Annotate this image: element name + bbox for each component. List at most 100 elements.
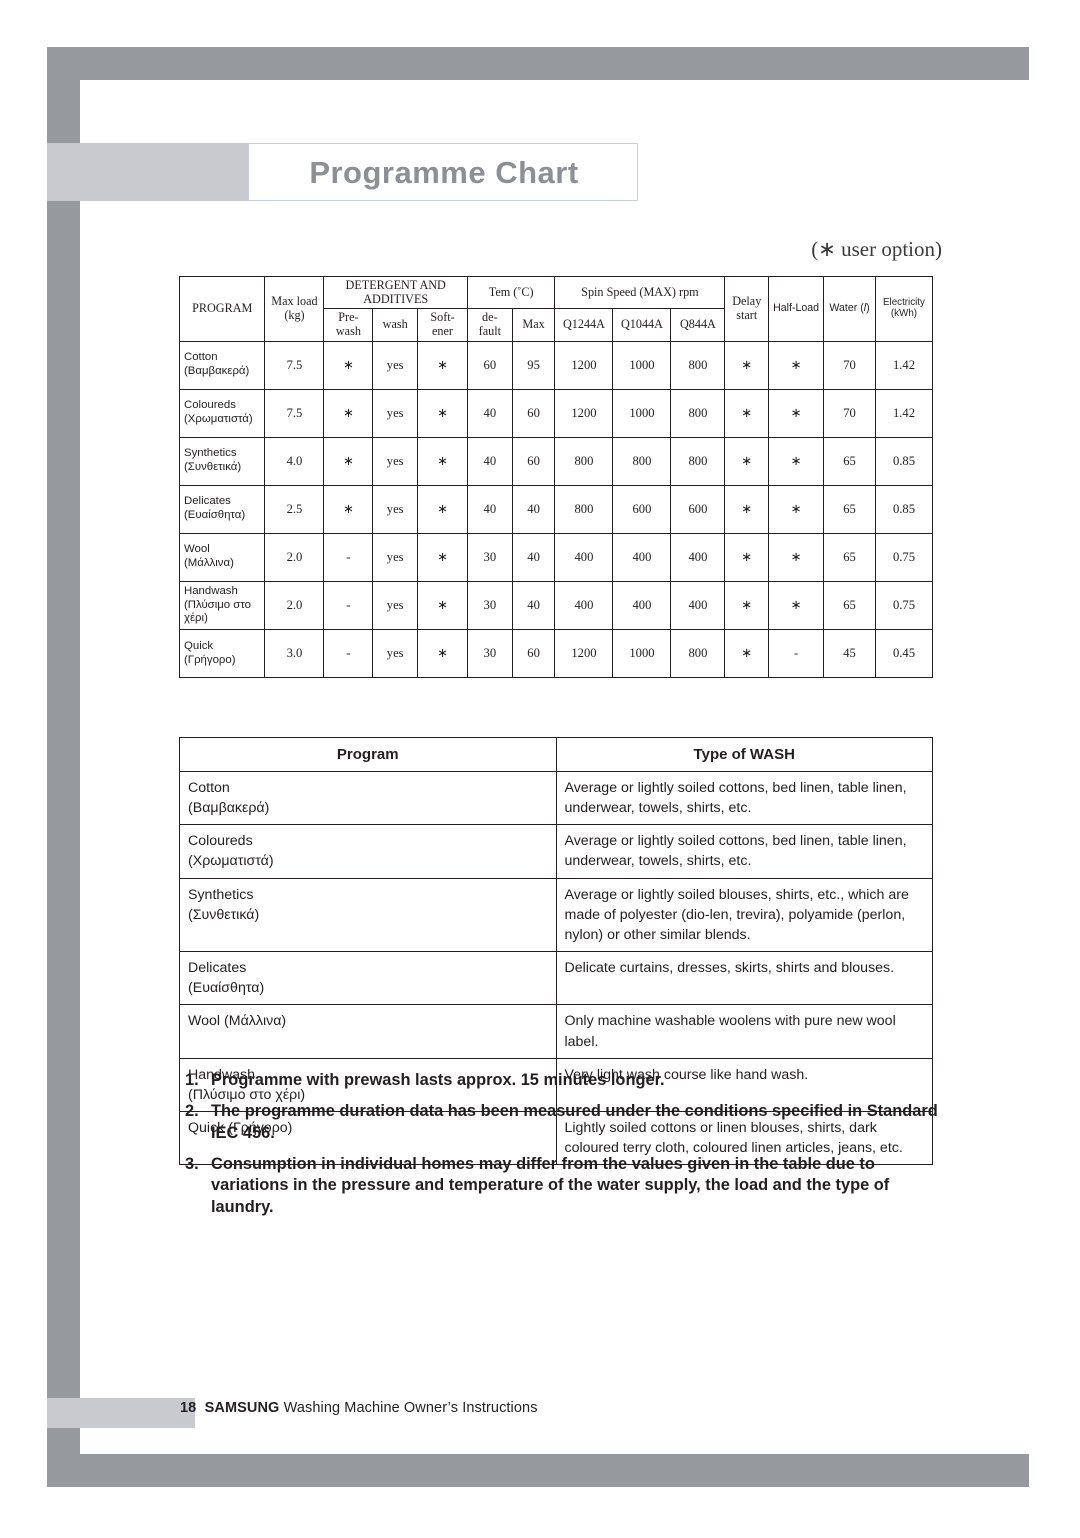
cell-temp-max: 95 — [511, 340, 556, 390]
cell-half-load: ∗ — [768, 388, 825, 438]
header-softener-line1: Soft- — [430, 310, 455, 325]
header-temp-default-line1: de- — [482, 310, 498, 325]
asterisk-icon: ∗ — [437, 646, 448, 662]
cell-softener: ∗ — [417, 629, 468, 679]
page-frame-left-bar — [47, 47, 80, 1487]
wash-program-gr: (Βαμβακερά) — [188, 800, 270, 817]
note-number: 1. — [185, 1071, 199, 1089]
asterisk-icon: ∗ — [741, 405, 753, 421]
header-softener-line2: ener — [432, 323, 453, 338]
cell-softener: ∗ — [417, 436, 468, 486]
cell-electricity: 1.42 — [874, 388, 934, 438]
cell-spin-q1244a: 800 — [554, 436, 614, 486]
asterisk-icon: ∗ — [790, 597, 802, 613]
header-temp-max: Max — [511, 308, 556, 342]
cell-temp-default: 30 — [466, 532, 513, 582]
wash-description-cell: Average or lightly soiled cottons, bed l… — [555, 824, 933, 879]
user-option-note: (∗ user option) — [811, 237, 942, 261]
header-prewash: Pre- wash — [323, 308, 374, 342]
program-name-gr: (Ευαίσθητα) — [184, 509, 246, 522]
header-program: PROGRAM — [178, 276, 266, 342]
cell-electricity: 0.75 — [874, 580, 934, 631]
wash-program-cell: Cotton (Βαμβακερά) — [179, 770, 557, 826]
cell-temp-max: 40 — [511, 484, 556, 534]
cell-water: 65 — [823, 484, 876, 534]
asterisk-icon: ∗ — [342, 453, 354, 469]
cell-wash: yes — [372, 484, 419, 534]
footer-page-number: 18 — [180, 1400, 197, 1416]
asterisk-icon: ∗ — [741, 549, 753, 565]
header-softener: Soft- ener — [417, 308, 468, 342]
note-item: 1. Programme with prewash lasts approx. 1… — [185, 1070, 945, 1091]
table-row: Synthetics (Συνθετικά) 4.0 ∗ yes ∗ 40 60 800 800 8… — [178, 436, 934, 486]
wash-program-gr: (Συνθετικά) — [188, 906, 260, 923]
program-name-en: Wool — [184, 543, 210, 556]
header-prewash-line1: Pre- — [338, 310, 359, 325]
header-electricity-label: Electricity — [883, 296, 925, 308]
cell-prewash: - — [323, 629, 374, 679]
program-name-en: Handwash — [184, 584, 238, 597]
footer-text: Washing Machine Owner’s Instructions — [283, 1400, 538, 1416]
cell-half-load: ∗ — [768, 580, 825, 631]
footer-accent-block — [47, 1398, 195, 1428]
note-text: Programme with prewash lasts approx. 15 … — [211, 1071, 665, 1089]
asterisk-icon: ∗ — [741, 501, 753, 517]
cell-softener: ∗ — [417, 532, 468, 582]
header-spin-q1244a: Q1244A — [554, 308, 614, 342]
cell-temp-default: 40 — [466, 484, 513, 534]
title-plate: Programme Chart — [248, 143, 638, 201]
cell-spin-q844a: 800 — [670, 388, 726, 438]
cell-electricity: 0.75 — [874, 532, 934, 582]
list-item: Cotton (Βαμβακερά) Average or lightly soil… — [179, 770, 933, 826]
header-wash: wash — [372, 308, 419, 342]
cell-max-load: 7.5 — [264, 388, 325, 438]
cell-water: 65 — [823, 580, 876, 631]
cell-spin-q1244a: 1200 — [554, 629, 614, 679]
cell-spin-q844a: 800 — [670, 629, 726, 679]
wash-program-en: Coloureds — [188, 833, 253, 850]
asterisk-icon: ∗ — [790, 501, 802, 517]
cell-spin-q1244a: 1200 — [554, 388, 614, 438]
asterisk-icon: ∗ — [741, 357, 753, 373]
header-temp-default: de- fault — [466, 308, 513, 342]
program-name-cell: Handwash (Πλύσιμο στο χέρι) — [178, 580, 266, 631]
cell-max-load: 2.0 — [264, 580, 325, 631]
programme-table-head: PROGRAM Max load (kg) DETERGENT AND ADDI… — [178, 275, 934, 342]
wash-header-program: Program — [179, 737, 557, 772]
program-name-en: Synthetics — [184, 447, 237, 460]
cell-wash: yes — [372, 580, 419, 631]
cell-delay-start: ∗ — [724, 436, 770, 486]
cell-half-load: ∗ — [768, 532, 825, 582]
page-footer: 18 SAMSUNG Washing Machine Owner’s Instr… — [180, 1400, 538, 1416]
asterisk-icon: ∗ — [741, 453, 753, 469]
list-item: Wool (Μάλλινα) Only machine washable wool… — [179, 1004, 933, 1059]
header-max-load-unit: (kg) — [284, 307, 305, 322]
cell-temp-default: 40 — [466, 388, 513, 438]
header-water: Water (l) — [823, 276, 876, 342]
cell-softener: ∗ — [417, 580, 468, 631]
cell-max-load: 2.0 — [264, 532, 325, 582]
cell-temp-max: 40 — [511, 580, 556, 631]
cell-delay-start: ∗ — [724, 484, 770, 534]
program-name-gr: (Συνθετικά) — [184, 461, 242, 474]
cell-temp-max: 60 — [511, 388, 556, 438]
cell-temp-max: 60 — [511, 629, 556, 679]
cell-water: 65 — [823, 532, 876, 582]
program-name-cell: Wool (Μάλλινα) — [178, 532, 266, 582]
wash-program-en: Synthetics — [188, 886, 254, 903]
cell-spin-q1244a: 800 — [554, 484, 614, 534]
programme-specs-table: PROGRAM Max load (kg) DETERGENT AND ADDI… — [178, 275, 934, 679]
wash-program-en: Cotton — [188, 780, 230, 796]
wash-description-cell: Average or lightly soiled blouses, shirt… — [555, 877, 933, 953]
cell-temp-default: 60 — [466, 340, 513, 390]
asterisk-icon: ∗ — [741, 646, 753, 662]
asterisk-icon: ∗ — [437, 453, 448, 469]
cell-half-load: - — [768, 629, 825, 679]
wash-program-gr: (Μάλλινα) — [224, 1013, 287, 1030]
wash-program-en: Delicates — [188, 960, 247, 977]
cell-spin-q1044a: 800 — [612, 436, 672, 486]
asterisk-icon: ∗ — [342, 501, 354, 517]
program-name-gr: (Βαμβακερά) — [184, 365, 250, 378]
table-header-row-1: PROGRAM Max load (kg) DETERGENT AND ADDI… — [178, 275, 934, 342]
cell-delay-start: ∗ — [724, 340, 770, 390]
